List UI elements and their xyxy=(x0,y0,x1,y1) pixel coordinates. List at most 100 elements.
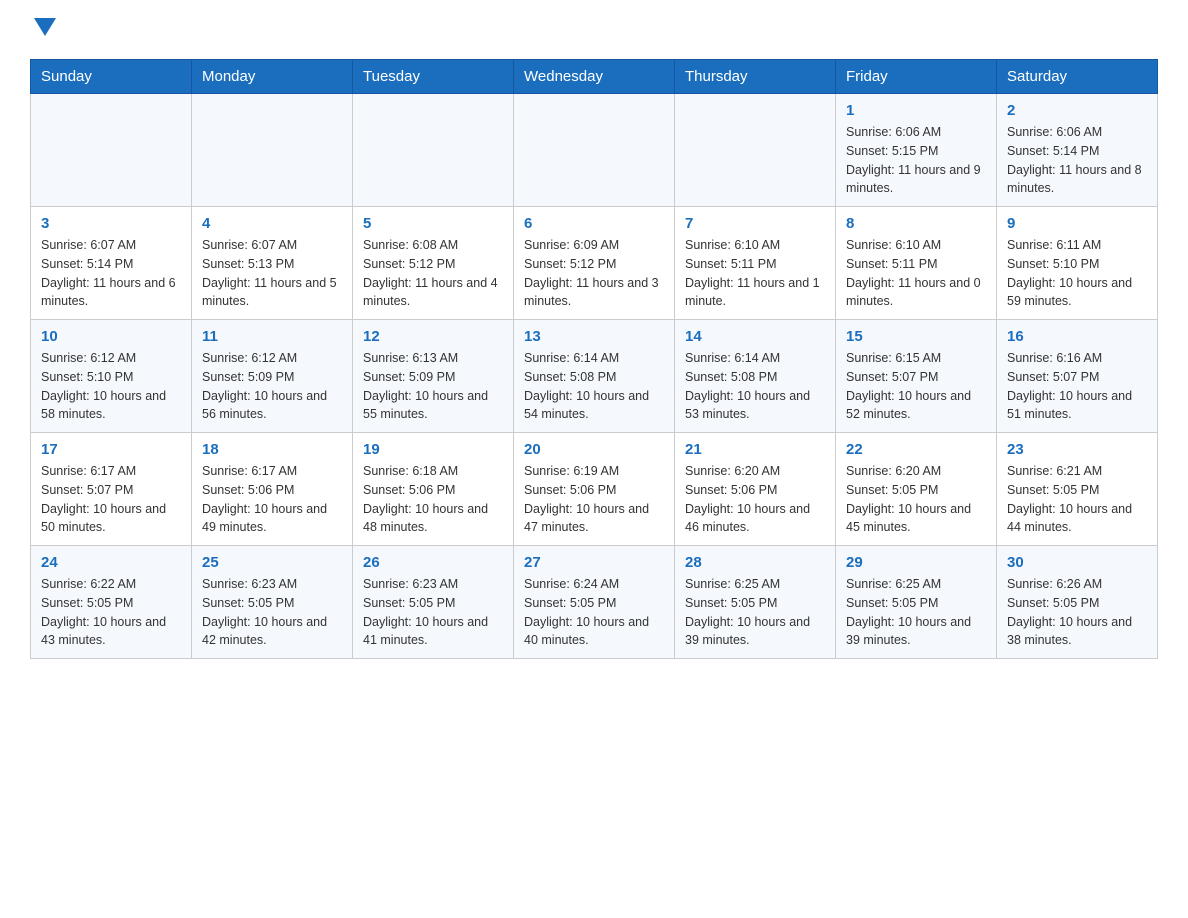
calendar-cell: 11 Sunrise: 6:12 AMSunset: 5:09 PMDayligh… xyxy=(192,320,353,433)
day-info: Sunrise: 6:17 AMSunset: 5:06 PMDaylight:… xyxy=(202,462,342,537)
calendar-table: SundayMondayTuesdayWednesdayThursdayFrid… xyxy=(30,59,1158,659)
day-number: 22 xyxy=(846,441,986,458)
day-number: 5 xyxy=(363,215,503,232)
day-info: Sunrise: 6:20 AMSunset: 5:06 PMDaylight:… xyxy=(685,462,825,537)
column-header-wednesday: Wednesday xyxy=(514,60,675,94)
day-info: Sunrise: 6:24 AMSunset: 5:05 PMDaylight:… xyxy=(524,575,664,650)
logo xyxy=(30,20,56,43)
day-info: Sunrise: 6:25 AMSunset: 5:05 PMDaylight:… xyxy=(685,575,825,650)
calendar-week-5: 24 Sunrise: 6:22 AMSunset: 5:05 PMDayligh… xyxy=(31,546,1158,659)
day-number: 8 xyxy=(846,215,986,232)
calendar-cell: 14 Sunrise: 6:14 AMSunset: 5:08 PMDayligh… xyxy=(675,320,836,433)
day-info: Sunrise: 6:14 AMSunset: 5:08 PMDaylight:… xyxy=(685,349,825,424)
day-number: 26 xyxy=(363,554,503,571)
calendar-cell: 16Sunrise: 6:16 AMSunset: 5:07 PMDayligh… xyxy=(997,320,1158,433)
day-info: Sunrise: 6:18 AMSunset: 5:06 PMDaylight:… xyxy=(363,462,503,537)
day-number: 11 xyxy=(202,328,342,345)
calendar-cell: 4 Sunrise: 6:07 AMSunset: 5:13 PMDaylight… xyxy=(192,207,353,320)
logo-triangle-icon xyxy=(34,18,56,36)
day-info: Sunrise: 6:12 AMSunset: 5:10 PMDaylight:… xyxy=(41,349,181,424)
day-info: Sunrise: 6:11 AMSunset: 5:10 PMDaylight:… xyxy=(1007,236,1147,311)
calendar-header-row: SundayMondayTuesdayWednesdayThursdayFrid… xyxy=(31,60,1158,94)
calendar-cell: 21 Sunrise: 6:20 AMSunset: 5:06 PMDayligh… xyxy=(675,433,836,546)
day-number: 9 xyxy=(1007,215,1147,232)
calendar-cell: 5 Sunrise: 6:08 AMSunset: 5:12 PMDaylight… xyxy=(353,207,514,320)
column-header-friday: Friday xyxy=(836,60,997,94)
calendar-cell: 17 Sunrise: 6:17 AMSunset: 5:07 PMDayligh… xyxy=(31,433,192,546)
column-header-monday: Monday xyxy=(192,60,353,94)
calendar-cell: 10 Sunrise: 6:12 AMSunset: 5:10 PMDayligh… xyxy=(31,320,192,433)
day-number: 2 xyxy=(1007,102,1147,119)
day-info: Sunrise: 6:19 AMSunset: 5:06 PMDaylight:… xyxy=(524,462,664,537)
column-header-tuesday: Tuesday xyxy=(353,60,514,94)
calendar-cell: 20Sunrise: 6:19 AMSunset: 5:06 PMDayligh… xyxy=(514,433,675,546)
calendar-cell: 28Sunrise: 6:25 AMSunset: 5:05 PMDayligh… xyxy=(675,546,836,659)
calendar-cell: 23 Sunrise: 6:21 AMSunset: 5:05 PMDayligh… xyxy=(997,433,1158,546)
column-header-thursday: Thursday xyxy=(675,60,836,94)
day-info: Sunrise: 6:26 AMSunset: 5:05 PMDaylight:… xyxy=(1007,575,1147,650)
calendar-cell: 25Sunrise: 6:23 AMSunset: 5:05 PMDayligh… xyxy=(192,546,353,659)
day-info: Sunrise: 6:09 AMSunset: 5:12 PMDaylight:… xyxy=(524,236,664,311)
calendar-cell: 12 Sunrise: 6:13 AMSunset: 5:09 PMDayligh… xyxy=(353,320,514,433)
day-info: Sunrise: 6:23 AMSunset: 5:05 PMDaylight:… xyxy=(202,575,342,650)
calendar-cell xyxy=(31,94,192,207)
day-info: Sunrise: 6:06 AMSunset: 5:14 PMDaylight:… xyxy=(1007,123,1147,198)
calendar-cell: 30 Sunrise: 6:26 AMSunset: 5:05 PMDayligh… xyxy=(997,546,1158,659)
calendar-cell: 3Sunrise: 6:07 AMSunset: 5:14 PMDaylight… xyxy=(31,207,192,320)
day-number: 14 xyxy=(685,328,825,345)
day-number: 23 xyxy=(1007,441,1147,458)
calendar-cell xyxy=(353,94,514,207)
day-info: Sunrise: 6:08 AMSunset: 5:12 PMDaylight:… xyxy=(363,236,503,311)
calendar-cell: 29Sunrise: 6:25 AMSunset: 5:05 PMDayligh… xyxy=(836,546,997,659)
day-info: Sunrise: 6:20 AMSunset: 5:05 PMDaylight:… xyxy=(846,462,986,537)
day-info: Sunrise: 6:07 AMSunset: 5:13 PMDaylight:… xyxy=(202,236,342,311)
column-header-saturday: Saturday xyxy=(997,60,1158,94)
calendar-cell: 2 Sunrise: 6:06 AMSunset: 5:14 PMDaylight… xyxy=(997,94,1158,207)
day-info: Sunrise: 6:12 AMSunset: 5:09 PMDaylight:… xyxy=(202,349,342,424)
day-number: 30 xyxy=(1007,554,1147,571)
day-number: 12 xyxy=(363,328,503,345)
day-info: Sunrise: 6:10 AMSunset: 5:11 PMDaylight:… xyxy=(685,236,825,311)
calendar-week-1: 1 Sunrise: 6:06 AMSunset: 5:15 PMDaylight… xyxy=(31,94,1158,207)
day-number: 24 xyxy=(41,554,181,571)
calendar-cell: 18 Sunrise: 6:17 AMSunset: 5:06 PMDayligh… xyxy=(192,433,353,546)
day-info: Sunrise: 6:13 AMSunset: 5:09 PMDaylight:… xyxy=(363,349,503,424)
calendar-cell: 8Sunrise: 6:10 AMSunset: 5:11 PMDaylight… xyxy=(836,207,997,320)
day-number: 1 xyxy=(846,102,986,119)
page-header xyxy=(30,20,1158,43)
calendar-cell: 7 Sunrise: 6:10 AMSunset: 5:11 PMDaylight… xyxy=(675,207,836,320)
day-number: 13 xyxy=(524,328,664,345)
day-info: Sunrise: 6:16 AMSunset: 5:07 PMDaylight:… xyxy=(1007,349,1147,424)
calendar-cell: 1 Sunrise: 6:06 AMSunset: 5:15 PMDaylight… xyxy=(836,94,997,207)
calendar-cell xyxy=(192,94,353,207)
calendar-cell: 27 Sunrise: 6:24 AMSunset: 5:05 PMDayligh… xyxy=(514,546,675,659)
day-number: 4 xyxy=(202,215,342,232)
day-info: Sunrise: 6:06 AMSunset: 5:15 PMDaylight:… xyxy=(846,123,986,198)
calendar-cell: 24 Sunrise: 6:22 AMSunset: 5:05 PMDayligh… xyxy=(31,546,192,659)
calendar-cell: 19 Sunrise: 6:18 AMSunset: 5:06 PMDayligh… xyxy=(353,433,514,546)
calendar-week-2: 3Sunrise: 6:07 AMSunset: 5:14 PMDaylight… xyxy=(31,207,1158,320)
day-number: 15 xyxy=(846,328,986,345)
calendar-cell xyxy=(514,94,675,207)
day-number: 27 xyxy=(524,554,664,571)
day-info: Sunrise: 6:22 AMSunset: 5:05 PMDaylight:… xyxy=(41,575,181,650)
day-number: 18 xyxy=(202,441,342,458)
day-info: Sunrise: 6:15 AMSunset: 5:07 PMDaylight:… xyxy=(846,349,986,424)
day-info: Sunrise: 6:23 AMSunset: 5:05 PMDaylight:… xyxy=(363,575,503,650)
day-info: Sunrise: 6:14 AMSunset: 5:08 PMDaylight:… xyxy=(524,349,664,424)
day-number: 7 xyxy=(685,215,825,232)
day-number: 10 xyxy=(41,328,181,345)
day-number: 19 xyxy=(363,441,503,458)
calendar-cell: 22 Sunrise: 6:20 AMSunset: 5:05 PMDayligh… xyxy=(836,433,997,546)
calendar-cell: 26 Sunrise: 6:23 AMSunset: 5:05 PMDayligh… xyxy=(353,546,514,659)
calendar-week-4: 17 Sunrise: 6:17 AMSunset: 5:07 PMDayligh… xyxy=(31,433,1158,546)
calendar-cell xyxy=(675,94,836,207)
day-info: Sunrise: 6:17 AMSunset: 5:07 PMDaylight:… xyxy=(41,462,181,537)
calendar-cell: 13 Sunrise: 6:14 AMSunset: 5:08 PMDayligh… xyxy=(514,320,675,433)
calendar-cell: 6Sunrise: 6:09 AMSunset: 5:12 PMDaylight… xyxy=(514,207,675,320)
day-info: Sunrise: 6:21 AMSunset: 5:05 PMDaylight:… xyxy=(1007,462,1147,537)
day-number: 17 xyxy=(41,441,181,458)
day-number: 29 xyxy=(846,554,986,571)
day-number: 21 xyxy=(685,441,825,458)
column-header-sunday: Sunday xyxy=(31,60,192,94)
